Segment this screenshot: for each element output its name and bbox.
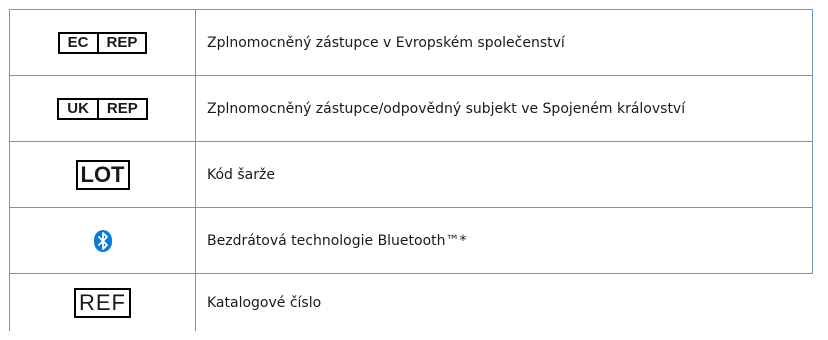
symbol-right: REP (96, 99, 146, 118)
description-cell: Katalogové číslo (207, 294, 322, 311)
symbol-cell: REF (10, 274, 196, 331)
description-cell: Bezdrátová technologie Bluetooth™* (207, 232, 467, 249)
symbol-cell (10, 208, 196, 273)
description-cell: Kód šarže (207, 166, 275, 183)
table-row: Bezdrátová technologie Bluetooth™* (9, 207, 813, 273)
symbol-left: EC (67, 34, 89, 51)
symbol-left: UK (67, 100, 89, 117)
table-row: UK REP Zplnomocněný zástupce/odpovědný s… (9, 75, 813, 141)
symbol-cell: UK REP (10, 76, 196, 141)
description-cell: Zplnomocněný zástupce/odpovědný subjekt … (207, 100, 686, 117)
ec-rep-symbol: EC REP (57, 31, 148, 54)
uk-rep-symbol: UK REP (57, 97, 148, 120)
table-row: EC REP Zplnomocněný zástupce v Evropském… (9, 9, 813, 75)
bluetooth-icon (93, 229, 112, 252)
table-row: LOT Kód šarže (9, 141, 813, 207)
symbol-cell: EC REP (10, 10, 196, 75)
symbol-right: REP (96, 33, 146, 52)
description-cell: Zplnomocněný zástupce v Evropském společ… (207, 34, 565, 51)
table-row: REF Katalogové číslo (9, 273, 813, 331)
symbols-table: EC REP Zplnomocněný zástupce v Evropském… (9, 9, 813, 331)
symbol-cell: LOT (10, 142, 196, 207)
ref-symbol: REF (74, 287, 131, 318)
lot-symbol: LOT (75, 159, 130, 190)
